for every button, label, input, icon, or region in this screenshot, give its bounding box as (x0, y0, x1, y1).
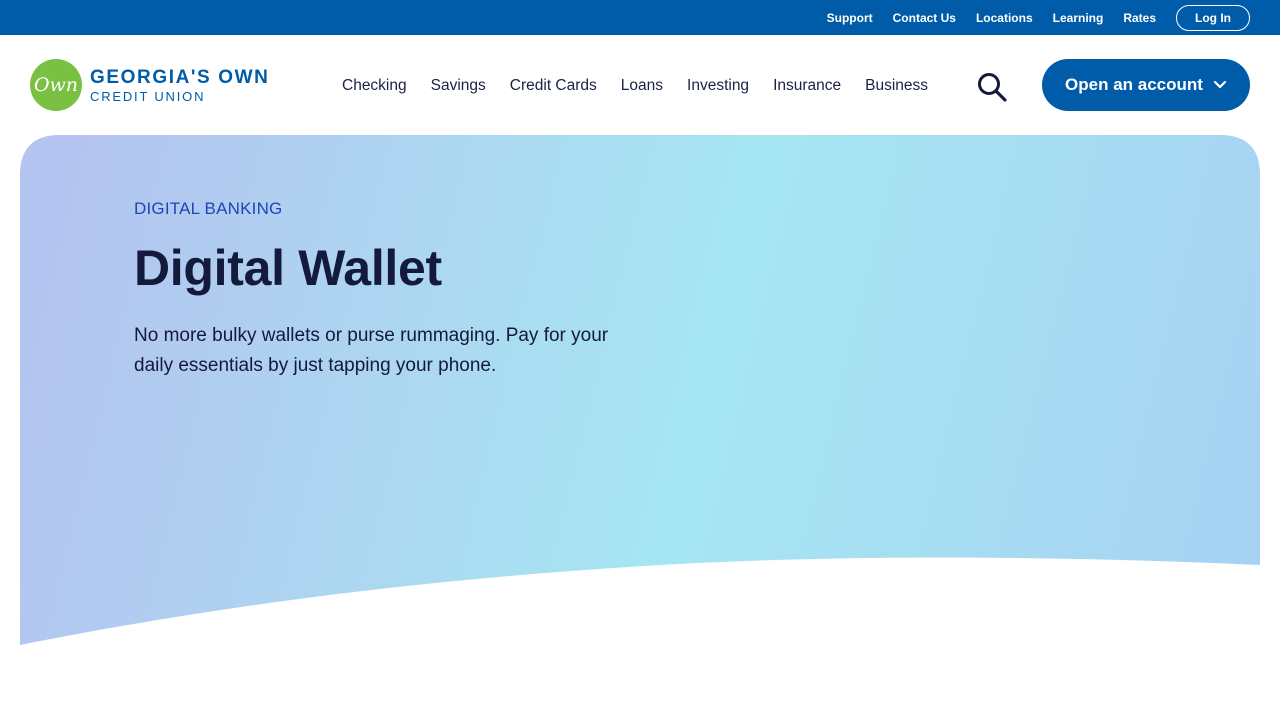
nav-item-loans[interactable]: Loans (609, 73, 675, 99)
login-button[interactable]: Log In (1176, 4, 1250, 31)
hero-content: DIGITAL BANKING Digital Wallet No more b… (134, 199, 634, 381)
primary-nav: Checking Savings Credit Cards Loans Inve… (330, 73, 940, 99)
chevron-down-icon (1213, 80, 1227, 90)
search-button[interactable] (974, 69, 1010, 105)
nav-item-business[interactable]: Business (853, 73, 940, 99)
open-account-button[interactable]: Open an account (1042, 59, 1250, 111)
nav-item-credit-cards[interactable]: Credit Cards (498, 73, 609, 99)
hero-eyebrow: DIGITAL BANKING (134, 199, 283, 218)
logo-line2: CREDIT UNION (90, 88, 206, 104)
nav-item-insurance[interactable]: Insurance (761, 73, 853, 99)
logo-line1: GEORGIA'S OWN (90, 66, 270, 88)
utility-links: Support Contact Us Locations Learning Ra… (807, 4, 1250, 31)
nav-item-checking[interactable]: Checking (330, 73, 419, 99)
search-icon (978, 73, 1007, 102)
utility-bar: Support Contact Us Locations Learning Ra… (0, 0, 1280, 35)
logo-mark: Own (30, 59, 82, 111)
utility-link-locations[interactable]: Locations (976, 11, 1033, 25)
page-title: Digital Wallet (134, 240, 442, 296)
utility-link-learning[interactable]: Learning (1053, 11, 1104, 25)
main-header: Own GEORGIA'S OWN CREDIT UNION Checking … (0, 35, 1280, 135)
nav-item-investing[interactable]: Investing (675, 73, 761, 99)
hero-description: No more bulky wallets or purse rummaging… (134, 325, 609, 376)
logo-mark-text: Own (33, 74, 79, 96)
nav-item-savings[interactable]: Savings (419, 73, 498, 99)
logo[interactable]: Own GEORGIA'S OWN CREDIT UNION (30, 59, 269, 111)
utility-link-support[interactable]: Support (827, 11, 873, 25)
open-account-label: Open an account (1065, 75, 1203, 94)
logo-wordmark: GEORGIA'S OWN CREDIT UNION (90, 68, 269, 103)
utility-link-rates[interactable]: Rates (1123, 11, 1156, 25)
hero-banner: DIGITAL BANKING Digital Wallet No more b… (20, 135, 1260, 655)
utility-link-contact-us[interactable]: Contact Us (893, 11, 956, 25)
